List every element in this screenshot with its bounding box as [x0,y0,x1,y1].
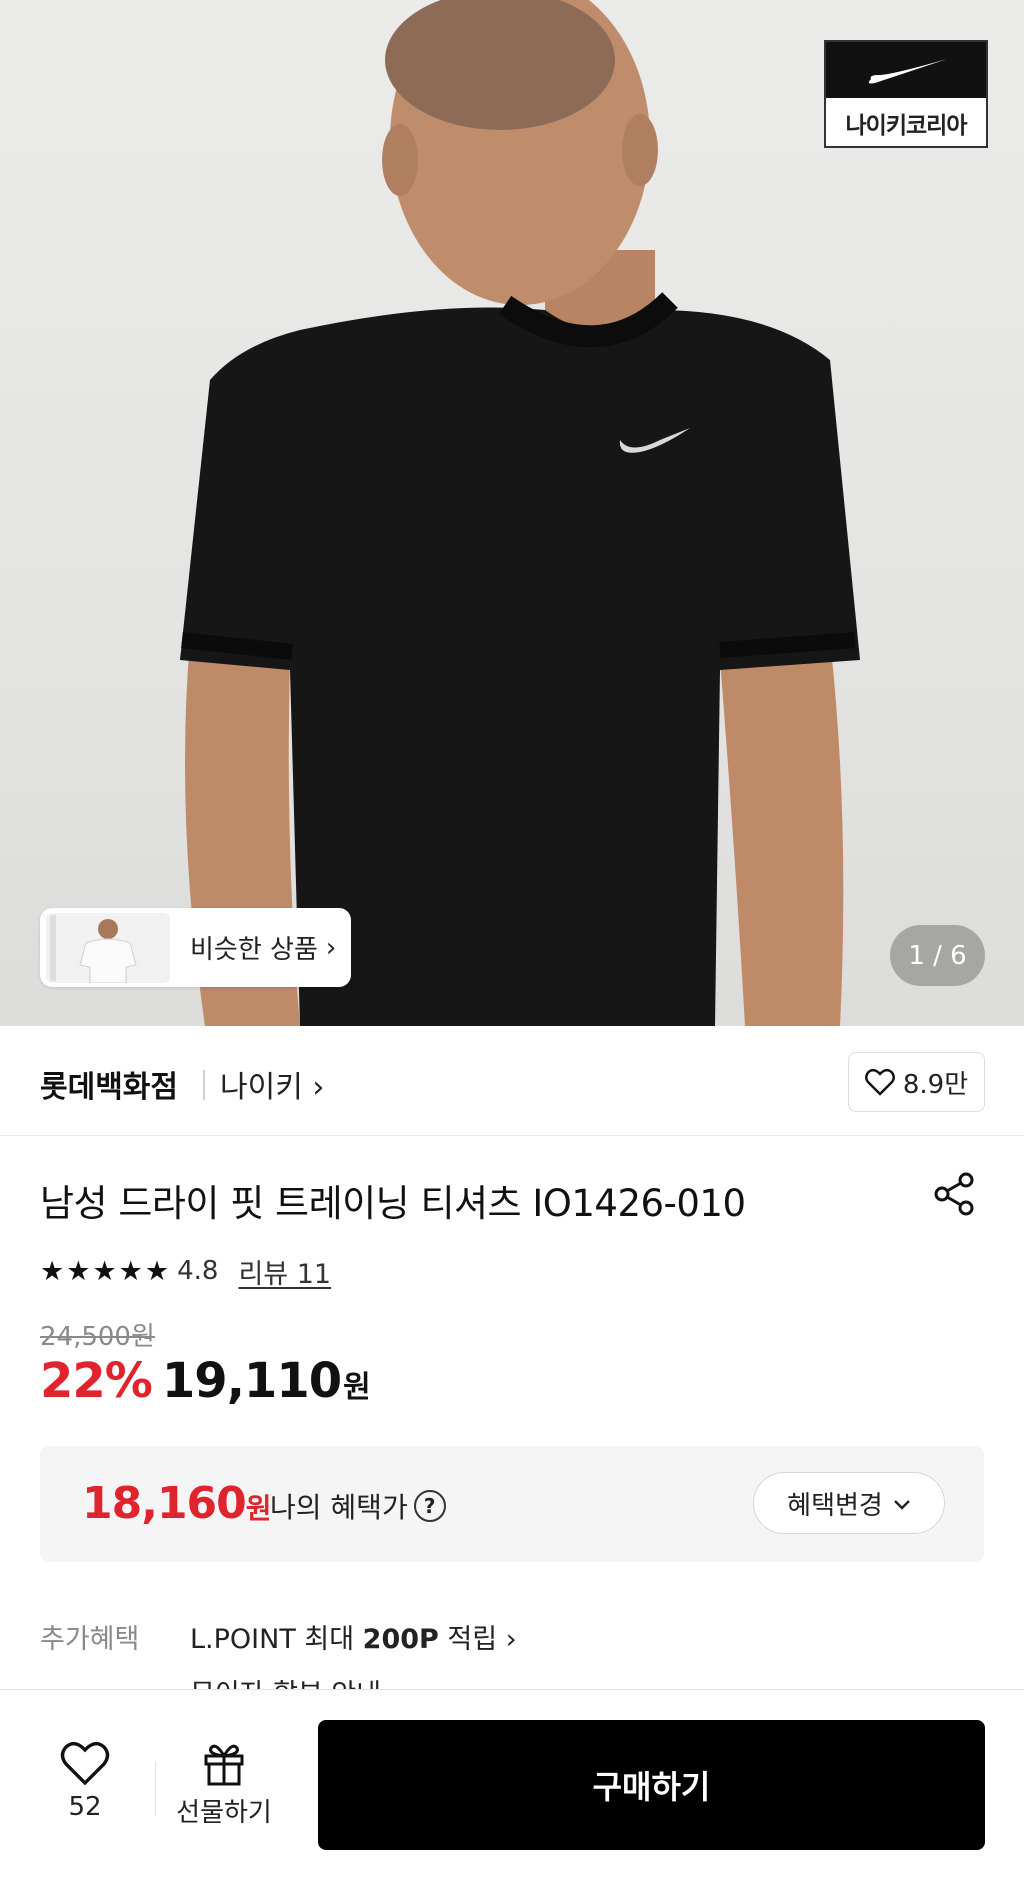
store-row: 롯데백화점 나이키 › 8.9만 [0,1026,1024,1136]
price-row: 22% 19,110 원 [40,1353,371,1409]
installment-info-link[interactable]: 무이자 할부 안내 › [190,1672,400,1690]
rating-row: ★ ★ ★ ★ ★ 4.8 리뷰 11 [40,1252,331,1291]
sale-price: 19,110 [161,1353,342,1409]
benefit-price: 18,160원 [82,1478,272,1529]
like-button[interactable]: 52 [52,1740,118,1822]
brand-logo: 나이키코리아 [824,40,988,148]
product-title: 남성 드라이 핏 트레이닝 티셔츠 IO1426-010 [40,1182,746,1225]
chevron-right-icon: › [312,1070,325,1105]
brand-link[interactable]: 나이키 › [220,1062,324,1106]
benefit-price-value: 18,160 [82,1478,247,1529]
buy-button[interactable]: 구매하기 [318,1720,985,1850]
star-icon: ★ [66,1255,91,1287]
similar-products-label: 비슷한 상품 [190,935,318,965]
lpoint-suffix: 적립 [438,1624,498,1655]
store-divider [203,1070,205,1100]
brand-wish-count: 8.9만 [902,1069,969,1100]
chevron-right-icon: › [505,1624,517,1655]
benefit-change-button[interactable]: 혜택변경 [753,1472,945,1534]
bottom-bar-divider [155,1762,156,1816]
gift-label: 선물하기 [176,1798,272,1828]
heart-icon [864,1068,895,1096]
store-name[interactable]: 롯데백화점 [40,1062,178,1106]
benefit-label: 나의 혜택가 ? [270,1486,446,1526]
star-icon: ★ [40,1255,65,1287]
sale-price-currency: 원 [343,1370,371,1405]
review-link[interactable]: 리뷰 11 [238,1252,331,1291]
lpoint-benefit-link[interactable]: L.POINT 최대 200P 적립 › [190,1617,517,1656]
brand-logo-text: 나이키코리아 [845,113,968,139]
heart-icon [60,1741,110,1786]
similar-products-button[interactable]: 비슷한 상품 › [40,908,351,987]
rating-value: 4.8 [177,1256,219,1286]
brand-link-label: 나이키 [220,1070,303,1105]
share-icon[interactable] [930,1170,978,1218]
product-photo [180,0,860,1026]
lpoint-amount: 200P [362,1624,439,1655]
product-image-carousel[interactable]: 나이키코리아 비슷한 상품 › 1 / 6 [0,0,1024,1026]
star-icon: ★ [118,1255,143,1287]
benefit-change-label: 혜택변경 [787,1490,883,1521]
like-count: 52 [68,1792,102,1822]
brand-wish-button[interactable]: 8.9만 [848,1052,985,1112]
image-page-indicator: 1 / 6 [890,925,985,986]
lpoint-prefix: L.POINT 최대 [190,1624,363,1655]
chevron-down-icon [893,1488,911,1518]
gift-button[interactable]: 선물하기 [174,1740,274,1829]
bottom-action-bar: 52 선물하기 구매하기 [0,1689,1024,1879]
gift-icon [204,1744,244,1786]
swoosh-logo-icon [826,42,986,98]
help-icon[interactable]: ? [413,1490,446,1522]
star-icon: ★ [92,1255,117,1287]
chevron-right-icon: › [325,932,337,963]
rating-stars: ★ ★ ★ ★ ★ [40,1258,169,1285]
original-price: 24,500원 [40,1322,155,1352]
extra-benefit-label: 추가혜택 [40,1624,140,1655]
benefit-label-text: 나의 혜택가 [270,1491,408,1524]
benefit-price-box: 18,160원 나의 혜택가 ? 혜택변경 [40,1446,984,1562]
star-icon: ★ [144,1255,170,1287]
similar-products-thumbnail [46,912,170,983]
discount-rate: 22% [40,1353,153,1409]
benefit-price-currency: 원 [245,1492,272,1525]
